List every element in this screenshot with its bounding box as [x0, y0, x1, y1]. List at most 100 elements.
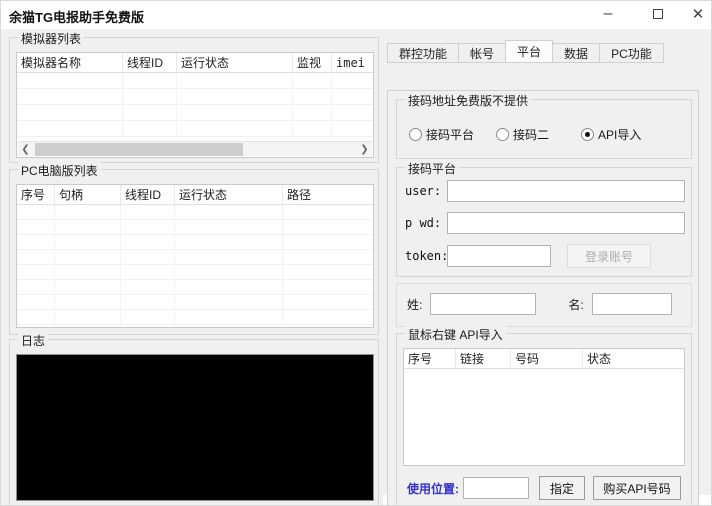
name-panel: 姓: 名: — [396, 283, 692, 327]
tab-platform[interactable]: 平台 — [505, 40, 553, 63]
table-row — [17, 265, 373, 280]
close-icon: ✕ — [692, 5, 705, 23]
table-row — [17, 280, 373, 295]
table-row — [17, 235, 373, 250]
table-cell — [17, 105, 123, 120]
radio-api-import[interactable]: API导入 — [581, 126, 641, 143]
radio-circle-icon — [496, 128, 509, 141]
table-cell — [332, 105, 373, 120]
emulator-col-imei: imei — [332, 53, 373, 72]
window-title: 余猫TG电报助手免费版 — [9, 7, 144, 26]
token-label: token: — [405, 249, 447, 263]
pc-col-status: 运行状态 — [175, 185, 283, 204]
table-cell — [332, 73, 373, 88]
table-cell — [175, 220, 283, 234]
tab-account[interactable]: 帐号 — [459, 43, 506, 63]
use-position-input[interactable] — [463, 477, 529, 499]
maximize-button[interactable] — [643, 1, 673, 27]
close-button[interactable]: ✕ — [683, 1, 712, 27]
log-output[interactable] — [16, 354, 374, 501]
sms-platform-group-title: 接码平台 — [405, 160, 459, 177]
table-cell — [177, 121, 293, 136]
specify-button[interactable]: 指定 — [539, 476, 585, 500]
radio-selected-icon — [581, 128, 594, 141]
table-cell — [123, 89, 177, 104]
login-button: 登录账号 — [567, 244, 651, 268]
table-cell — [121, 220, 175, 234]
table-cell — [55, 250, 121, 264]
user-label: user: — [405, 184, 447, 198]
emulator-col-name: 模拟器名称 — [17, 53, 123, 72]
pc-col-index: 序号 — [17, 185, 55, 204]
table-cell — [121, 280, 175, 294]
maximize-icon — [653, 9, 663, 19]
table-cell — [123, 105, 177, 120]
api-table[interactable]: 序号 链接 号码 状态 — [403, 348, 685, 466]
table-row — [17, 121, 373, 137]
table-cell — [332, 89, 373, 104]
tab-pc[interactable]: PC功能 — [600, 43, 664, 63]
buy-api-button[interactable]: 购买API号码 — [593, 476, 681, 500]
radio-sms-platform[interactable]: 接码平台 — [409, 126, 474, 143]
firstname-input[interactable] — [592, 293, 672, 315]
table-cell — [121, 250, 175, 264]
table-cell — [293, 105, 332, 120]
minimize-button[interactable]: – — [593, 1, 623, 27]
lastname-input[interactable] — [430, 293, 536, 315]
table-cell — [17, 205, 55, 219]
emulator-table[interactable]: 模拟器名称 线程ID 运行状态 监视 imei ❮ ❯ — [16, 52, 374, 158]
pc-table-body[interactable] — [17, 205, 373, 325]
tab-data[interactable]: 数据 — [553, 43, 600, 63]
api-import-group-title: 鼠标右键 API导入 — [405, 326, 506, 343]
table-cell — [55, 265, 121, 279]
emulator-col-monitor: 监视 — [293, 53, 332, 72]
api-table-body[interactable] — [404, 369, 684, 465]
pwd-label: p wd: — [405, 216, 447, 230]
sms-address-group: 接码地址免费版不提供 接码平台 接码二 API导入 — [396, 99, 692, 159]
table-cell — [17, 89, 123, 104]
table-cell — [175, 280, 283, 294]
emulator-col-thread: 线程ID — [123, 53, 177, 72]
platform-tab-page: 接码地址免费版不提供 接码平台 接码二 API导入 — [387, 90, 699, 506]
table-cell — [293, 73, 332, 88]
table-row — [17, 310, 373, 325]
table-cell — [293, 89, 332, 104]
table-cell — [123, 73, 177, 88]
api-col-status: 状态 — [583, 349, 684, 368]
user-input[interactable] — [447, 180, 685, 202]
tab-group-control[interactable]: 群控功能 — [387, 43, 459, 63]
scroll-right-arrow-icon[interactable]: ❯ — [357, 142, 372, 157]
app-window: 余猫TG电报助手免费版 – ✕ 模拟器列表 模拟器名称 线程ID 运行状态 监视… — [0, 0, 712, 506]
scroll-left-arrow-icon[interactable]: ❮ — [18, 142, 33, 157]
table-cell — [175, 295, 283, 309]
table-cell — [283, 205, 373, 219]
table-cell — [175, 310, 283, 324]
table-cell — [175, 265, 283, 279]
table-cell — [17, 220, 55, 234]
table-cell — [175, 250, 283, 264]
minimize-icon: – — [604, 5, 613, 23]
table-cell — [55, 220, 121, 234]
token-input[interactable] — [447, 245, 551, 267]
pwd-input[interactable] — [447, 212, 685, 234]
pc-table-header: 序号 句柄 线程ID 运行状态 路径 — [17, 185, 373, 205]
table-row — [17, 220, 373, 235]
emulator-table-body[interactable] — [17, 73, 373, 137]
radio-sms-two[interactable]: 接码二 — [496, 126, 549, 143]
table-row — [17, 250, 373, 265]
pc-table[interactable]: 序号 句柄 线程ID 运行状态 路径 — [16, 184, 374, 328]
client-area: 模拟器列表 模拟器名称 线程ID 运行状态 监视 imei ❮ ❯ — [1, 29, 712, 506]
api-import-group: 鼠标右键 API导入 序号 链接 号码 状态 使用位置: 指定 购买API号码 — [396, 333, 692, 506]
table-cell — [332, 121, 373, 136]
table-cell — [55, 280, 121, 294]
table-cell — [283, 220, 373, 234]
emulator-list-title: 模拟器列表 — [18, 30, 84, 47]
api-col-index: 序号 — [404, 349, 456, 368]
table-cell — [55, 235, 121, 249]
table-cell — [123, 121, 177, 136]
emulator-h-scrollbar[interactable]: ❮ ❯ — [18, 141, 372, 156]
table-row — [17, 205, 373, 220]
log-title: 日志 — [18, 332, 48, 349]
scroll-thumb[interactable] — [35, 143, 243, 156]
table-cell — [177, 105, 293, 120]
